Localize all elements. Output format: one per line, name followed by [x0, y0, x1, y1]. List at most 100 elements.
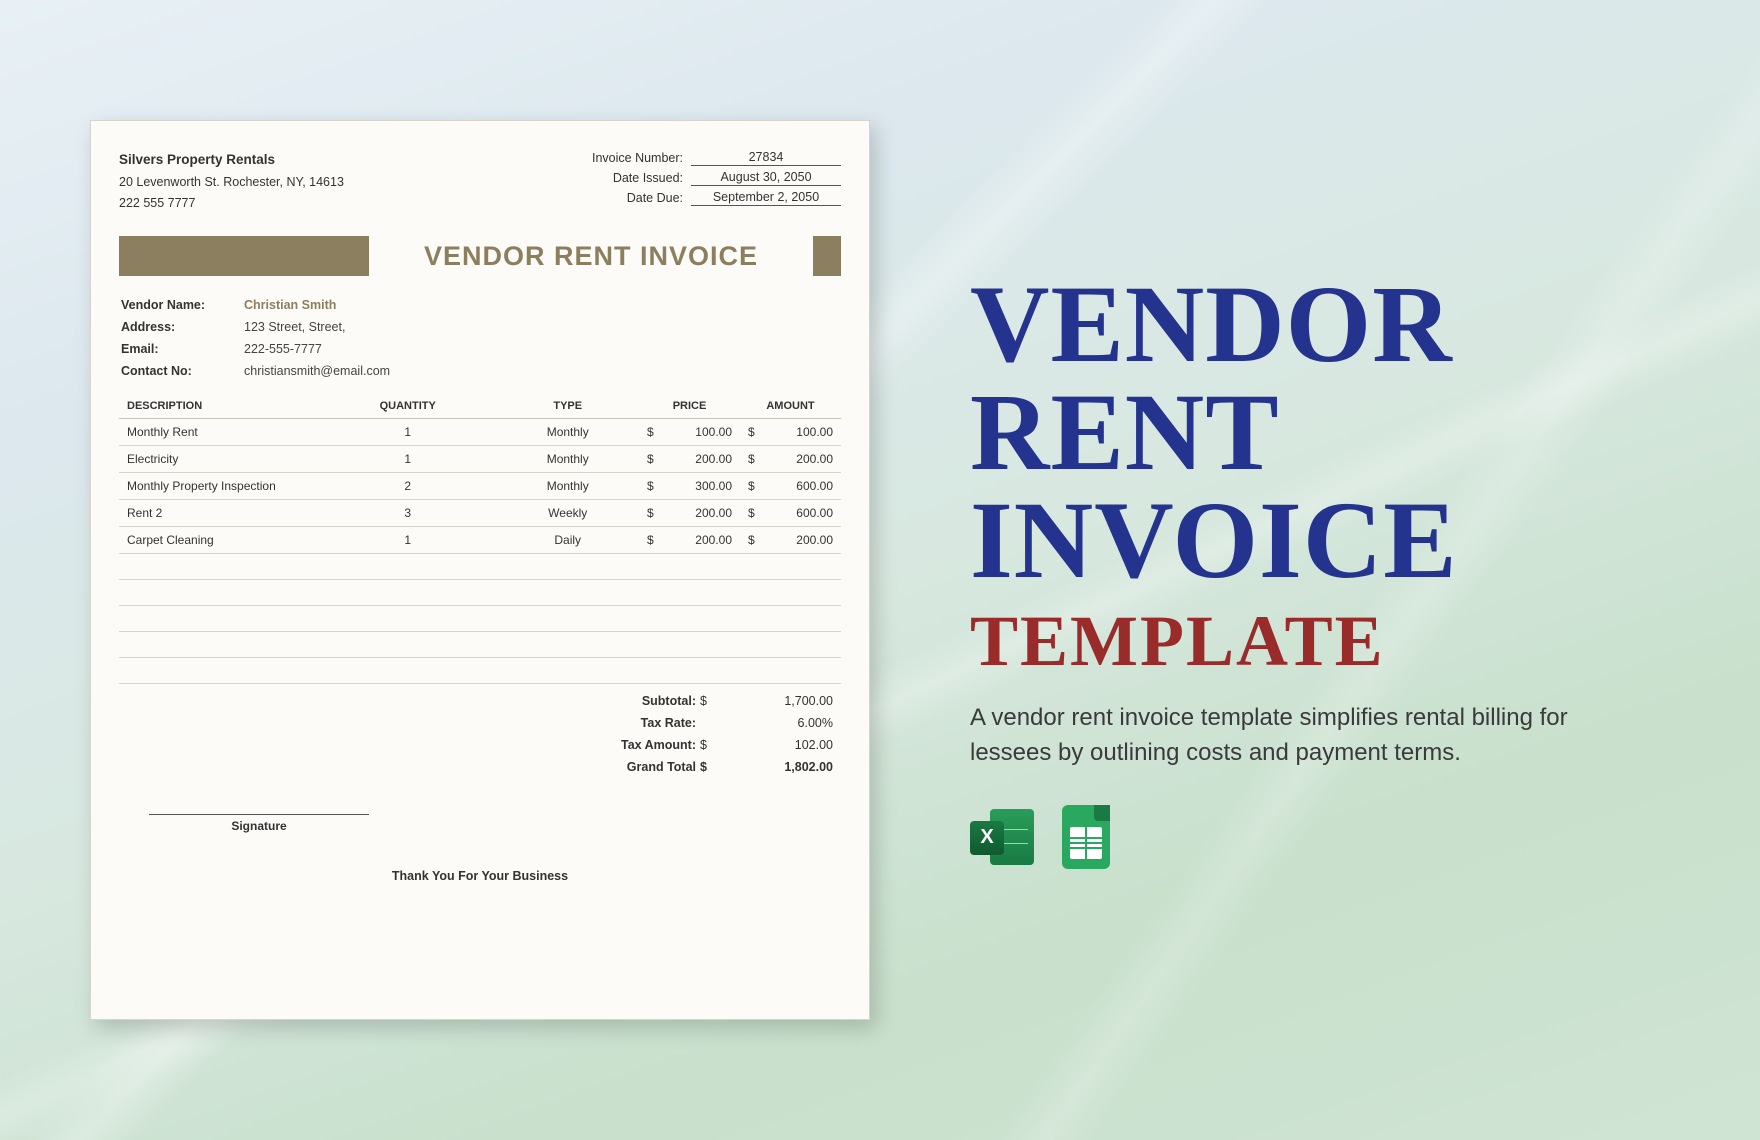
vendor-email-value: 222-555-7777 — [244, 342, 322, 356]
invoice-header: Silvers Property Rentals 20 Levenworth S… — [119, 149, 841, 214]
title-stripe-left — [119, 236, 369, 276]
cell-amount-currency: $ — [740, 500, 756, 527]
company-block: Silvers Property Rentals 20 Levenworth S… — [119, 149, 344, 214]
col-price: PRICE — [639, 394, 740, 419]
tax-rate-label: Tax Rate: — [585, 716, 700, 730]
subtotal-label: Subtotal: — [585, 694, 700, 708]
format-icons: X — [970, 805, 1620, 869]
vendor-address-value: 123 Street, Street, — [244, 320, 345, 334]
cell-price: 100.00 — [655, 419, 740, 446]
promo-title-line3: INVOICE — [970, 487, 1620, 595]
cell-description: Monthly Property Inspection — [119, 473, 319, 500]
totals-block: Subtotal: $ 1,700.00 Tax Rate: 6.00% Tax… — [119, 690, 841, 778]
cell-type: Monthly — [496, 419, 639, 446]
grand-total-value: 1,802.00 — [718, 760, 833, 774]
table-row: Monthly Rent1Monthly$100.00$100.00 — [119, 419, 841, 446]
grand-total-currency: $ — [700, 760, 718, 774]
company-address: 20 Levenworth St. Rochester, NY, 14613 — [119, 172, 344, 193]
invoice-number-value: 27834 — [691, 149, 841, 166]
tax-amount-label: Tax Amount: — [585, 738, 700, 752]
subtotal-currency: $ — [700, 694, 718, 708]
tax-amount-currency: $ — [700, 738, 718, 752]
tax-rate-value: 6.00% — [718, 716, 833, 730]
cell-description: Carpet Cleaning — [119, 527, 319, 554]
cell-price-currency: $ — [639, 419, 655, 446]
vendor-address-label: Address: — [119, 320, 244, 334]
cell-quantity: 1 — [319, 527, 496, 554]
invoice-title-bar: VENDOR RENT INVOICE — [119, 236, 841, 276]
vendor-email-label: Email: — [119, 342, 244, 356]
grand-total-label: Grand Total — [585, 760, 700, 774]
promo-description: A vendor rent invoice template simplifie… — [970, 701, 1620, 771]
company-name: Silvers Property Rentals — [119, 149, 344, 172]
signature-line — [149, 814, 369, 815]
cell-type: Monthly — [496, 473, 639, 500]
cell-quantity: 1 — [319, 446, 496, 473]
promo-panel: VENDOR RENT INVOICE TEMPLATE A vendor re… — [970, 271, 1620, 869]
cell-type: Daily — [496, 527, 639, 554]
google-sheets-icon[interactable] — [1054, 805, 1118, 869]
invoice-preview: Silvers Property Rentals 20 Levenworth S… — [90, 120, 870, 1020]
table-row — [119, 554, 841, 580]
signature-label: Signature — [149, 819, 369, 833]
vendor-name-value: Christian Smith — [244, 298, 336, 312]
vendor-block: Vendor Name: Christian Smith Address: 12… — [119, 298, 841, 378]
cell-description: Rent 2 — [119, 500, 319, 527]
invoice-title: VENDOR RENT INVOICE — [369, 241, 813, 272]
cell-price-currency: $ — [639, 527, 655, 554]
table-row: Monthly Property Inspection2Monthly $300.… — [119, 473, 841, 500]
cell-price: 200.00 — [655, 446, 740, 473]
vendor-name-label: Vendor Name: — [119, 298, 244, 312]
cell-type: Monthly — [496, 446, 639, 473]
cell-amount-currency: $ — [740, 527, 756, 554]
vendor-contact-label: Contact No: — [119, 364, 244, 378]
table-row: Rent 23Weekly$200.00$600.00 — [119, 500, 841, 527]
col-description: DESCRIPTION — [119, 394, 319, 419]
table-row — [119, 606, 841, 632]
cell-price: 200.00 — [655, 500, 740, 527]
cell-amount: 600.00 — [756, 500, 841, 527]
table-row — [119, 580, 841, 606]
cell-quantity: 2 — [319, 473, 496, 500]
date-issued-value: August 30, 2050 — [691, 169, 841, 186]
cell-amount: 600.00 — [756, 473, 841, 500]
footer-message: Thank You For Your Business — [119, 869, 841, 883]
table-row — [119, 658, 841, 684]
excel-icon[interactable]: X — [970, 805, 1034, 869]
company-phone: 222 555 7777 — [119, 193, 344, 214]
col-quantity: QUANTITY — [319, 394, 496, 419]
table-row — [119, 632, 841, 658]
promo-title-line2: RENT — [970, 379, 1620, 487]
cell-amount-currency: $ — [740, 419, 756, 446]
cell-amount-currency: $ — [740, 446, 756, 473]
cell-description: Electricity — [119, 446, 319, 473]
invoice-number-label: Invoice Number: — [581, 151, 691, 165]
cell-quantity: 1 — [319, 419, 496, 446]
cell-quantity: 3 — [319, 500, 496, 527]
cell-description: Monthly Rent — [119, 419, 319, 446]
table-row: Carpet Cleaning1Daily$200.00$200.00 — [119, 527, 841, 554]
col-type: Type — [496, 394, 639, 419]
signature-area: Signature — [119, 814, 841, 833]
date-due-value: September 2, 2050 — [691, 189, 841, 206]
cell-price-currency: $ — [639, 446, 655, 473]
cell-amount: 200.00 — [756, 527, 841, 554]
cell-amount-currency: $ — [740, 473, 756, 500]
title-stripe-right — [813, 236, 841, 276]
cell-price-currency: $ — [639, 500, 655, 527]
invoice-meta: Invoice Number: 27834 Date Issued: Augus… — [581, 149, 841, 214]
promo-title-line1: VENDOR — [970, 271, 1620, 379]
col-amount: AMOUNT — [740, 394, 841, 419]
cell-price: 300.00 — [655, 473, 740, 500]
cell-amount: 100.00 — [756, 419, 841, 446]
date-due-label: Date Due: — [581, 191, 691, 205]
promo-title: VENDOR RENT INVOICE — [970, 271, 1620, 594]
line-items-table: DESCRIPTION QUANTITY Type PRICE AMOUNT M… — [119, 394, 841, 684]
vendor-contact-value: christiansmith@email.com — [244, 364, 390, 378]
subtotal-value: 1,700.00 — [718, 694, 833, 708]
cell-amount: 200.00 — [756, 446, 841, 473]
page: Silvers Property Rentals 20 Levenworth S… — [0, 0, 1760, 1140]
cell-type: Weekly — [496, 500, 639, 527]
date-issued-label: Date Issued: — [581, 171, 691, 185]
table-row: Electricity1Monthly$200.00$200.00 — [119, 446, 841, 473]
